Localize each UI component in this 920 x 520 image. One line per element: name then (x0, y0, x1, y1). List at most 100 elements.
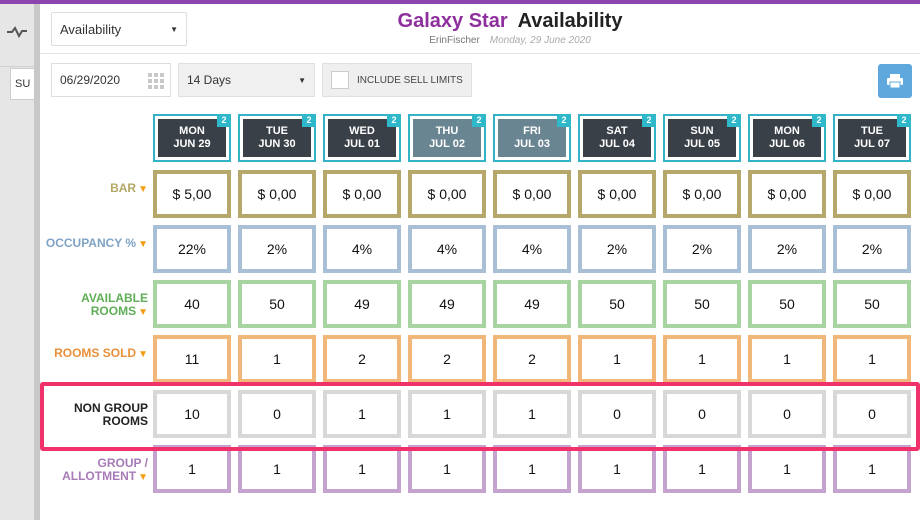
date-column-header[interactable]: MON JUN 29 2 (153, 114, 231, 162)
sell-limits-checkbox[interactable] (331, 71, 349, 89)
cell-bar[interactable]: $ 0,00 (833, 170, 911, 218)
day-date: JUL 06 (769, 138, 805, 150)
view-select[interactable]: Availability ▼ (51, 12, 187, 46)
include-sell-limits-toggle[interactable]: INCLUDE SELL LIMITS (322, 63, 472, 97)
graph-button[interactable] (0, 10, 34, 67)
cell-sold[interactable]: 11 (153, 335, 231, 383)
cell-sold[interactable]: 2 (493, 335, 571, 383)
cell-occupancy[interactable]: 4% (323, 225, 401, 273)
cell-value: 2 (501, 343, 563, 375)
calendar-icon[interactable] (148, 73, 164, 89)
date-column-header[interactable]: FRI JUL 03 2 (493, 114, 571, 162)
date-header-body: WED JUL 01 (328, 119, 396, 157)
cell-value: 4% (501, 233, 563, 265)
row-label-sold[interactable]: ROOMS SOLD ▼ (40, 347, 148, 361)
left-select-stub[interactable]: SU (10, 68, 36, 100)
day-name: TUE (266, 125, 288, 137)
cell-group[interactable]: 1 (833, 445, 911, 493)
cell-sold[interactable]: 1 (748, 335, 826, 383)
cell-available[interactable]: 40 (153, 280, 231, 328)
cell-group[interactable]: 1 (748, 445, 826, 493)
date-column-header[interactable]: SAT JUL 04 2 (578, 114, 656, 162)
cell-group[interactable]: 1 (408, 445, 486, 493)
print-button[interactable] (878, 64, 912, 98)
main-area: Availability ▼ Galaxy Star Availability E… (40, 4, 920, 520)
date-column-header[interactable]: TUE JUL 07 2 (833, 114, 911, 162)
cell-occupancy[interactable]: 22% (153, 225, 231, 273)
chevron-down-icon[interactable]: ▼ (138, 349, 148, 360)
cell-value: 1 (586, 343, 648, 375)
start-date-input[interactable]: 06/29/2020 (51, 63, 171, 97)
cell-available[interactable]: 50 (748, 280, 826, 328)
cell-available[interactable]: 49 (323, 280, 401, 328)
count-badge: 2 (727, 114, 741, 127)
cell-bar[interactable]: $ 5,00 (153, 170, 231, 218)
cell-sold[interactable]: 1 (238, 335, 316, 383)
range-select[interactable]: 14 Days ▼ (178, 63, 315, 97)
date-column-header[interactable]: MON JUL 06 2 (748, 114, 826, 162)
cell-bar[interactable]: $ 0,00 (238, 170, 316, 218)
cell-value: 1 (416, 453, 478, 485)
cell-available[interactable]: 50 (663, 280, 741, 328)
view-select-value: Availability (60, 21, 122, 37)
chevron-down-icon[interactable]: ▼ (138, 239, 148, 250)
cell-occupancy[interactable]: 4% (493, 225, 571, 273)
cell-occupancy[interactable]: 4% (408, 225, 486, 273)
row-label-bar[interactable]: BAR ▼ (40, 182, 148, 196)
cell-sold[interactable]: 1 (663, 335, 741, 383)
cell-bar[interactable]: $ 0,00 (493, 170, 571, 218)
date-column-header[interactable]: THU JUL 02 2 (408, 114, 486, 162)
cell-sold[interactable]: 2 (408, 335, 486, 383)
cell-bar[interactable]: $ 0,00 (663, 170, 741, 218)
date-column-header[interactable]: SUN JUL 05 2 (663, 114, 741, 162)
cell-occupancy[interactable]: 2% (833, 225, 911, 273)
date-header-body: SUN JUL 05 (668, 119, 736, 157)
row-label-available[interactable]: AVAILABLE ROOMS ▼ (40, 292, 148, 319)
cell-occupancy[interactable]: 2% (748, 225, 826, 273)
chevron-down-icon[interactable]: ▼ (138, 472, 148, 483)
cell-bar[interactable]: $ 0,00 (323, 170, 401, 218)
caret-down-icon: ▼ (170, 24, 178, 34)
cell-value: 1 (331, 453, 393, 485)
date-header-body: SAT JUL 04 (583, 119, 651, 157)
cell-occupancy[interactable]: 2% (238, 225, 316, 273)
cell-available[interactable]: 50 (833, 280, 911, 328)
cell-value: 50 (246, 288, 308, 320)
day-date: JUL 05 (684, 138, 720, 150)
cell-group[interactable]: 1 (323, 445, 401, 493)
cell-value: $ 0,00 (246, 178, 308, 210)
cell-available[interactable]: 50 (238, 280, 316, 328)
page-header: Galaxy Star Availability ErinFischer Monda… (300, 10, 720, 46)
cell-occupancy[interactable]: 2% (578, 225, 656, 273)
cell-group[interactable]: 1 (153, 445, 231, 493)
cell-available[interactable]: 50 (578, 280, 656, 328)
chevron-down-icon[interactable]: ▼ (138, 184, 148, 195)
row-label-text: BAR (110, 181, 137, 195)
day-name: MON (179, 125, 205, 137)
cell-value: 22% (161, 233, 223, 265)
cell-bar[interactable]: $ 0,00 (748, 170, 826, 218)
cell-value: $ 0,00 (501, 178, 563, 210)
chevron-down-icon[interactable]: ▼ (138, 307, 148, 318)
cell-available[interactable]: 49 (493, 280, 571, 328)
date-column-header[interactable]: TUE JUN 30 2 (238, 114, 316, 162)
cell-group[interactable]: 1 (578, 445, 656, 493)
cell-value: $ 0,00 (586, 178, 648, 210)
cell-sold[interactable]: 2 (323, 335, 401, 383)
date-column-header[interactable]: WED JUL 01 2 (323, 114, 401, 162)
day-date: JUN 30 (258, 138, 296, 150)
count-badge: 2 (812, 114, 826, 127)
cell-bar[interactable]: $ 0,00 (578, 170, 656, 218)
cell-sold[interactable]: 1 (578, 335, 656, 383)
row-label-occupancy[interactable]: OCCUPANCY % ▼ (40, 237, 148, 251)
line-graph-icon (7, 26, 27, 38)
cell-occupancy[interactable]: 2% (663, 225, 741, 273)
cell-bar[interactable]: $ 0,00 (408, 170, 486, 218)
row-label-group[interactable]: GROUP / ALLOTMENT ▼ (40, 457, 148, 484)
cell-sold[interactable]: 1 (833, 335, 911, 383)
cell-group[interactable]: 1 (663, 445, 741, 493)
cell-group[interactable]: 1 (238, 445, 316, 493)
cell-available[interactable]: 49 (408, 280, 486, 328)
count-badge: 2 (387, 114, 401, 127)
cell-group[interactable]: 1 (493, 445, 571, 493)
